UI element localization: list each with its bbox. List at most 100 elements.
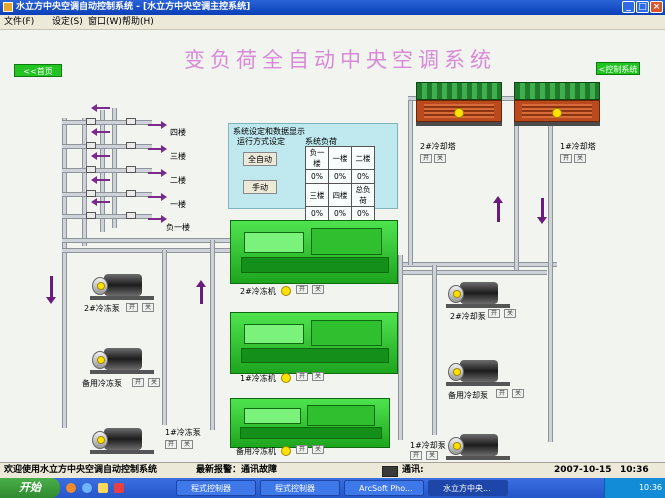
welcome-text: 欢迎使用水立方中央空调自动控制系统 (4, 465, 158, 475)
status-time: 10:36 (620, 465, 649, 475)
flow-arrow (148, 215, 167, 223)
flow-arrow-up (493, 196, 503, 222)
chiller-standby-on-button[interactable]: 开 (296, 445, 308, 454)
cooling-pump-1[interactable] (446, 430, 510, 460)
floor-valve[interactable] (126, 212, 136, 219)
floor-valve[interactable] (86, 190, 96, 197)
chilled-pump-standby-on-button[interactable]: 开 (132, 378, 144, 387)
floor-valve[interactable] (86, 118, 96, 125)
flow-arrow (91, 104, 110, 112)
menu-window[interactable]: 窗口(W) (88, 16, 122, 28)
menu-bar: 文件(F) 设定(S) 窗口(W) 帮助(H) (0, 15, 665, 30)
window-title-bar: 水立方中央空调自动控制系统 - [水立方中央空调主控系统] _ □ × (0, 0, 665, 15)
computer-icon (382, 466, 398, 477)
menu-settings[interactable]: 设定(S) (52, 16, 83, 28)
tower-1-label: 1#冷却塔 (560, 142, 596, 151)
manual-mode-button[interactable]: 手动 (243, 180, 277, 194)
chiller-1[interactable] (230, 312, 398, 374)
chiller-standby[interactable] (230, 398, 390, 448)
taskbar-item-active[interactable]: 水立方中央... (428, 480, 508, 496)
auto-mode-button[interactable]: 全自动 (243, 152, 277, 166)
flow-arrow (148, 169, 167, 177)
chilled-pump-2-off-button[interactable]: 关 (142, 303, 154, 312)
chiller-2[interactable] (230, 220, 398, 284)
chilled-pump-1-off-button[interactable]: 关 (181, 440, 193, 449)
cooling-pump-standby-on-button[interactable]: 开 (496, 389, 508, 398)
cooling-pump-2-on-button[interactable]: 开 (488, 309, 500, 318)
flow-arrow (91, 198, 110, 206)
tower-2-on-button[interactable]: 开 (420, 154, 432, 163)
system-settings-panel: 系统设定和数据显示 运行方式设定 全自动 手动 系统负荷 负一楼 一楼 二楼 0… (228, 123, 398, 221)
floor-valve[interactable] (126, 118, 136, 125)
tower-1-on-button[interactable]: 开 (560, 154, 572, 163)
cooling-pump-2[interactable] (446, 278, 510, 308)
tray-clock: 10:36 (638, 483, 662, 492)
floor-valve[interactable] (126, 142, 136, 149)
chiller-2-on-button[interactable]: 开 (296, 285, 308, 294)
cooling-pump-standby[interactable] (446, 356, 510, 386)
menu-help[interactable]: 帮助(H) (122, 16, 154, 28)
chiller-2-off-button[interactable]: 关 (312, 285, 324, 294)
cooling-pump-1-off-button[interactable]: 关 (426, 451, 438, 460)
chilled-pump-1-on-button[interactable]: 开 (165, 440, 177, 449)
load-value-b1: 0% (305, 169, 329, 184)
tower-2-off-button[interactable]: 关 (434, 154, 446, 163)
floor-valve[interactable] (86, 212, 96, 219)
tower-status-indicator (454, 108, 464, 118)
minimize-button[interactable]: _ (622, 1, 635, 13)
cooling-pump-1-label: 1#冷却泵 (410, 441, 446, 450)
start-button[interactable]: 开始 (0, 478, 60, 498)
chiller-standby-off-button[interactable]: 关 (312, 445, 324, 454)
load-value-1f: 0% (328, 169, 352, 184)
flow-arrow (91, 176, 110, 184)
chiller-1-on-button[interactable]: 开 (296, 372, 308, 381)
floor-pipe (62, 214, 152, 219)
main-return-pipe (62, 248, 232, 253)
home-button[interactable]: <<首页 (14, 64, 62, 77)
cooling-tower-2[interactable] (416, 82, 502, 126)
cooling-pump-2-off-button[interactable]: 关 (504, 309, 516, 318)
window-title: 水立方中央空调自动控制系统 - [水立方中央空调主控系统] (16, 2, 251, 12)
chilled-pump-standby[interactable] (90, 344, 154, 374)
control-system-button[interactable]: <控制系统 (596, 62, 640, 75)
cooling-pump-1-on-button[interactable]: 开 (410, 451, 422, 460)
chiller-standby-label: 备用冷冻机 (236, 447, 276, 456)
quicklaunch-icon[interactable] (82, 483, 92, 493)
quicklaunch-icon[interactable] (66, 483, 76, 493)
flow-arrow (148, 121, 167, 129)
taskbar-item[interactable]: 程式控制器 (176, 480, 256, 496)
tower-1-off-button[interactable]: 关 (574, 154, 586, 163)
chilled-riser-pipe (162, 250, 167, 425)
tower-fan-icon (514, 82, 600, 100)
quicklaunch-icon[interactable] (114, 483, 124, 493)
cooling-pump-standby-label: 备用冷却泵 (448, 391, 488, 400)
app-icon (3, 2, 13, 12)
quicklaunch-icon[interactable] (98, 483, 108, 493)
load-header-4f: 四楼 (328, 183, 352, 207)
menu-file[interactable]: 文件(F) (4, 16, 34, 28)
floor-valve[interactable] (86, 142, 96, 149)
chilled-pump-2[interactable] (90, 270, 154, 300)
cooling-tower-1[interactable] (514, 82, 600, 126)
status-bar: 欢迎使用水立方中央空调自动控制系统 最新报警：通讯故障 通讯: 2007-10-… (0, 462, 665, 478)
floor-label-1: 一楼 (170, 200, 186, 209)
chilled-pump-2-on-button[interactable]: 开 (126, 303, 138, 312)
floor-label-3: 三楼 (170, 152, 186, 161)
floor-valve[interactable] (126, 166, 136, 173)
tower-status-indicator (552, 108, 562, 118)
alarm-text: 最新报警：通讯故障 (196, 465, 278, 475)
load-table: 负一楼 一楼 二楼 0% 0% 0% 三楼 四楼 总负荷 0% 0% 0% (305, 146, 375, 221)
taskbar-item[interactable]: ArcSoft Pho... (344, 480, 424, 496)
chilled-pump-1[interactable] (90, 424, 154, 454)
chiller-1-off-button[interactable]: 关 (312, 372, 324, 381)
chilled-pump-standby-off-button[interactable]: 关 (148, 378, 160, 387)
maximize-button[interactable]: □ (636, 1, 649, 13)
cooling-pump-standby-off-button[interactable]: 关 (512, 389, 524, 398)
taskbar-item[interactable]: 程式控制器 (260, 480, 340, 496)
pump-status-indicator (453, 442, 461, 450)
close-button[interactable]: × (650, 1, 663, 13)
floor-valve[interactable] (86, 166, 96, 173)
pump-status-indicator (97, 282, 105, 290)
supply-riser-pipe (62, 118, 67, 428)
floor-valve[interactable] (126, 190, 136, 197)
